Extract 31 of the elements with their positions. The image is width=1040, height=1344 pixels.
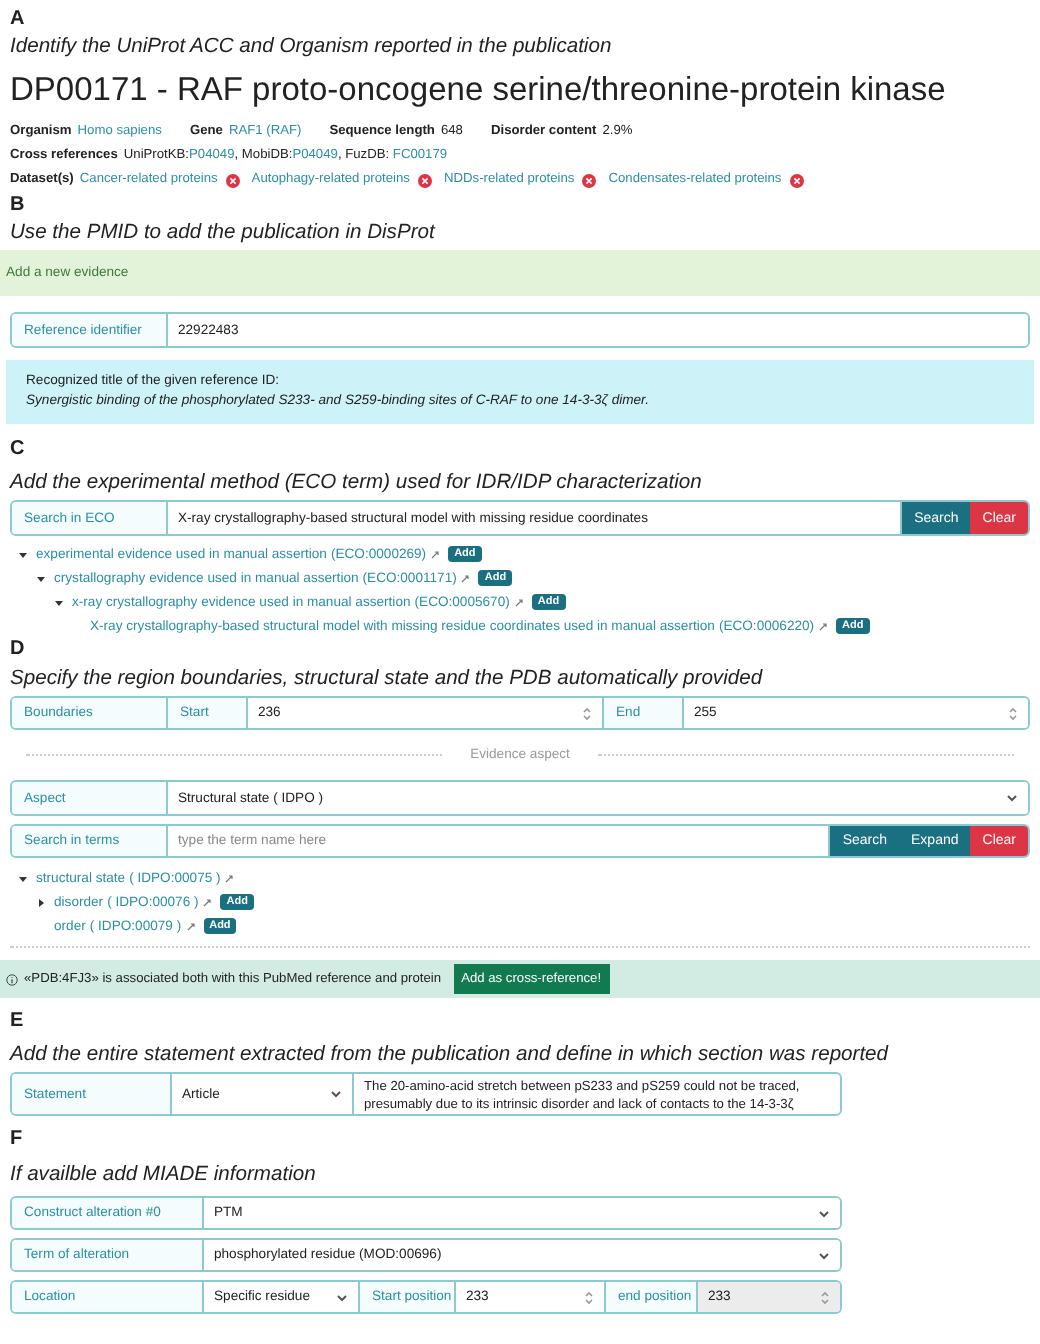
instruction-text: If availble add MIADE information: [10, 1164, 318, 1188]
caret-down-icon[interactable]: [18, 873, 28, 883]
link-icon: [818, 621, 829, 631]
instruction-text: Add the entire statement extracted from the publication and define in which section was reported: [10, 1044, 891, 1068]
instruction-text: Identify the UniProt ACC and Organism reported in the publication: [10, 36, 614, 60]
remove-icon[interactable]: [225, 173, 240, 187]
section-letter: F: [10, 1128, 25, 1152]
link-icon: [430, 549, 441, 559]
chevron-icon: [330, 1090, 342, 1098]
instruction-text: Use the PMID to add the publication in DisProt: [10, 222, 438, 246]
link-icon: [185, 921, 196, 931]
link-icon: [460, 573, 471, 583]
remove-icon[interactable]: [582, 173, 597, 187]
link-icon: [224, 873, 235, 883]
info-icon: [6, 973, 18, 985]
instruction-text: Specify the region boundaries, structural state and the PDB automatically provided: [10, 668, 765, 692]
section-letter: E: [10, 1010, 26, 1034]
caret-down-icon[interactable]: [36, 573, 46, 583]
remove-icon[interactable]: [417, 173, 432, 187]
caret-down-icon[interactable]: [18, 549, 28, 559]
instruction-text: Add the experimental method (ECO term) used for IDR/IDP characterization: [10, 472, 704, 496]
link-icon: [202, 897, 213, 907]
protein-title: DP00171 - RAF proto-oncogene serine/threonine-protein kinase: [10, 70, 948, 112]
caret-down-icon[interactable]: [54, 597, 64, 607]
remove-icon[interactable]: [789, 173, 804, 187]
section-letter: C: [10, 438, 27, 462]
section-letter: B: [10, 194, 27, 218]
caret-right-icon[interactable]: [36, 897, 46, 907]
link-icon: [513, 597, 524, 607]
section-letter: A: [10, 8, 27, 32]
section-letter: D: [10, 638, 27, 662]
